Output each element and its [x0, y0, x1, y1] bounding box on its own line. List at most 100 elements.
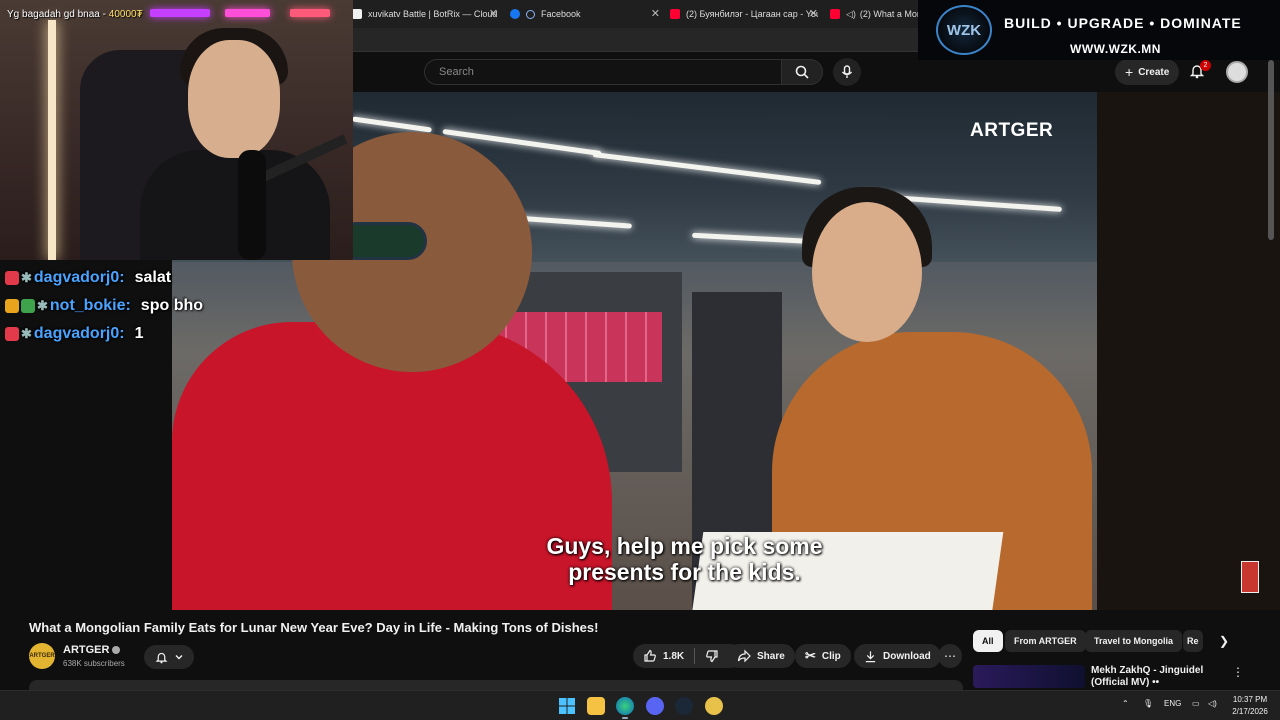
description-box[interactable] [29, 680, 963, 690]
streamer-head [188, 40, 280, 158]
youtube-favicon-icon [670, 9, 680, 19]
tab-facebook[interactable]: Facebook ✕ [510, 4, 660, 24]
clip-button[interactable]: ✂ Clip [795, 644, 851, 668]
og-badge-icon [5, 299, 19, 313]
volume-icon[interactable]: ◁) [1208, 699, 1217, 708]
tab-botrix[interactable]: xuvikatv Battle | BotRix — Cloud S ✕ [352, 4, 498, 24]
steam-icon[interactable] [675, 697, 693, 715]
subscriber-badge-icon [21, 299, 35, 313]
close-tab-icon[interactable]: ✕ [489, 7, 498, 20]
screen: xuvikatv Battle | BotRix — Cloud S ✕ Fac… [0, 0, 1280, 720]
more-actions-button[interactable]: ⋯ [938, 644, 962, 668]
bell-icon [155, 652, 167, 663]
chip-travel-to-mongolia[interactable]: Travel to Mongolia [1085, 630, 1183, 652]
gear-badge-icon: ✱ [21, 270, 32, 285]
download-button[interactable]: Download [854, 644, 941, 668]
tab-youtube-mongolian-family[interactable]: ◁) (2) What a Mong [830, 4, 920, 24]
video-side-area [1097, 92, 1280, 610]
search-input[interactable]: Search [424, 59, 782, 85]
close-tab-icon[interactable]: ✕ [651, 7, 660, 20]
chat-app-icon[interactable] [705, 697, 723, 715]
gear-badge-icon: ✱ [21, 326, 32, 341]
mini-thumbnail[interactable] [1241, 561, 1259, 593]
neon-light [225, 9, 270, 17]
heart-badge-icon [5, 271, 19, 285]
channel-avatar[interactable]: ARTGER [29, 643, 55, 669]
neon-light [150, 9, 210, 17]
verified-badge-icon [112, 646, 121, 655]
more-horizontal-icon: ⋯ [944, 649, 956, 663]
clock-date: 2/17/2026 [1232, 707, 1268, 716]
share-button[interactable]: Share [727, 644, 795, 668]
video-watermark: ARTGER [970, 120, 1054, 141]
video-person-right-head [812, 202, 922, 342]
chat-message: ✱ dagvadorj0: salat [5, 264, 203, 292]
chip-from-channel[interactable]: From ARTGER [1005, 630, 1086, 652]
botrix-favicon-icon [352, 9, 362, 19]
tab-youtube-buyanbileg[interactable]: (2) Буянбилэг - Цагаан сар - YouT ✕ [670, 4, 818, 24]
sponsor-tagline: BUILD • UPGRADE • DOMINATE [1004, 15, 1242, 31]
thumbs-up-icon[interactable] [643, 649, 657, 663]
heart-badge-icon [5, 327, 19, 341]
video-title: What a Mongolian Family Eats for Lunar N… [29, 620, 599, 635]
recommended-video-thumbnail[interactable] [973, 665, 1085, 688]
streamer-webcam: Yg bagadah gd bnaa - 40000₮ [0, 0, 353, 260]
gear-badge-icon: ✱ [37, 298, 48, 313]
more-vertical-icon[interactable]: ⋮ [1232, 665, 1244, 679]
windows-logo-icon [559, 698, 575, 714]
edge-browser-icon[interactable] [616, 697, 634, 715]
neon-light [290, 9, 330, 17]
subscriber-count: 638K subscribers [63, 659, 125, 668]
led-strip [48, 20, 56, 260]
stream-chat-overlay: ✱ dagvadorj0: salat ✱ not_bokie: spo bho… [5, 264, 203, 348]
download-icon [865, 650, 876, 662]
audio-indicator-icon [526, 9, 535, 19]
sponsor-banner: WZK BUILD • UPGRADE • DOMINATE WWW.WZK.M… [918, 0, 1280, 60]
youtube-favicon-icon [830, 9, 840, 19]
search-button[interactable] [781, 59, 823, 85]
plus-icon: + [1125, 64, 1134, 80]
divider [694, 648, 696, 664]
windows-taskbar: ⌃ 🎙︎ ENG ▭ ◁) 10:37 PM 2/17/2026 [0, 690, 1280, 720]
channel-name[interactable]: ARTGER [63, 644, 121, 656]
voice-search-button[interactable] [833, 58, 861, 86]
subscription-bell-button[interactable] [144, 645, 194, 669]
page-scrollbar[interactable] [1268, 60, 1274, 240]
video-subtitle-line-2: presents for the kids. [568, 559, 801, 585]
chevron-down-icon [175, 655, 182, 660]
system-clock[interactable]: 10:37 PM 2/17/2026 [1226, 694, 1274, 718]
clock-time: 10:37 PM [1232, 695, 1268, 704]
account-avatar[interactable] [1226, 61, 1248, 83]
notification-count-badge: 2 [1200, 60, 1211, 71]
like-count[interactable]: 1.8K [663, 651, 684, 662]
video-subtitle-line-1: Guys, help me pick some [546, 533, 823, 559]
create-button[interactable]: + Create [1115, 59, 1180, 85]
share-icon [737, 649, 751, 663]
chat-message: ✱ not_bokie: spo bho [5, 292, 203, 320]
file-explorer-icon[interactable] [587, 697, 605, 715]
chip-related[interactable]: Re [1183, 630, 1203, 652]
scissors-icon: ✂ [805, 648, 816, 663]
close-tab-icon[interactable]: ✕ [809, 7, 818, 20]
network-icon[interactable]: ▭ [1192, 699, 1200, 708]
search-icon [795, 65, 809, 79]
wzk-logo: WZK [936, 5, 992, 55]
chevron-right-icon[interactable]: ❯ [1219, 634, 1229, 648]
speaker-icon[interactable]: ◁) [846, 9, 856, 20]
donation-alert: Yg bagadah gd bnaa - 40000₮ [7, 9, 143, 20]
recommended-video-title[interactable]: Mekh ZakhQ - Jinguidel (Official MV) •• [1091, 665, 1231, 689]
active-app-indicator [622, 717, 628, 719]
chip-all[interactable]: All [973, 630, 1003, 652]
microphone-tray-icon[interactable]: 🎙︎ [1143, 699, 1153, 708]
discord-icon[interactable] [646, 697, 664, 715]
chevron-up-icon[interactable]: ⌃ [1122, 699, 1129, 708]
windows-start-icon[interactable] [558, 697, 576, 715]
sponsor-url: WWW.WZK.MN [1070, 42, 1161, 56]
streamer-body [140, 150, 330, 260]
thumbs-down-icon[interactable] [705, 649, 719, 663]
facebook-favicon-icon [510, 9, 520, 19]
microphone [238, 150, 266, 260]
chat-message: ✱ dagvadorj0: 1 [5, 320, 203, 348]
microphone-icon [841, 65, 853, 78]
input-language[interactable]: ENG [1164, 699, 1181, 708]
